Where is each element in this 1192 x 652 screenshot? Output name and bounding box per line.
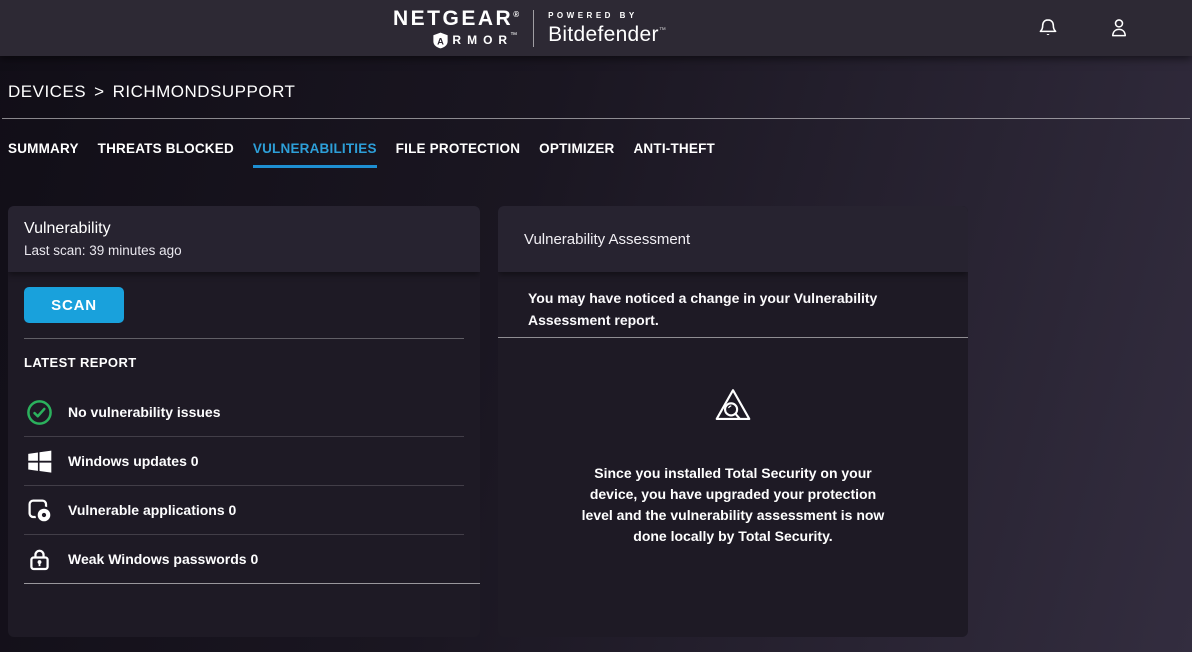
content-area: Vulnerability Last scan: 39 minutes ago … [8,206,1184,637]
netgear-wordmark: NETGEAR® [393,8,519,29]
armor-shield-icon: A [433,32,448,49]
card-title: Vulnerability Assessment [524,231,942,248]
armor-wordmark: A RMOR ™ [433,32,517,49]
powered-by-label: POWERED BY [548,12,666,20]
list-item-windows-updates: Windows updates 0 [24,437,464,486]
tab-vulnerabilities[interactable]: VULNERABILITIES [253,141,377,168]
netgear-armor-bitdefender-logo: NETGEAR® A RMOR ™ POWERED BY Bitdefender… [393,0,666,56]
topbar-actions [1037,0,1130,56]
breadcrumb-devices-link[interactable]: DEVICES [8,82,86,102]
armor-letters: RMOR [452,34,513,46]
notifications-bell-icon[interactable] [1037,17,1059,39]
bitdefender-logo: POWERED BY Bitdefender™ [548,12,666,45]
vulnerability-scan-triangle-icon [498,383,968,429]
netgear-armor-logo: NETGEAR® A RMOR ™ [393,8,519,49]
vulnerability-assessment-card: Vulnerability Assessment You may have no… [498,206,968,637]
user-account-icon[interactable] [1108,17,1130,39]
divider [498,337,968,338]
bitdefender-wordmark: Bitdefender™ [548,24,666,45]
application-icon [26,497,53,524]
list-item-no-vulnerability-issues: No vulnerability issues [24,388,464,437]
assessment-notice-text: You may have noticed a change in your Vu… [498,272,968,337]
tab-file-protection[interactable]: FILE PROTECTION [396,141,521,168]
trademark-mark: ™ [659,27,666,34]
breadcrumb: DEVICES > RICHMONDSUPPORT [8,82,1192,102]
divider [24,338,464,339]
tab-anti-theft[interactable]: ANTI-THEFT [633,141,714,168]
top-bar: NETGEAR® A RMOR ™ POWERED BY Bitdefender… [0,0,1192,56]
last-scan-label: Last scan: 39 minutes ago [24,243,464,258]
lock-icon [26,546,53,573]
windows-icon [26,448,53,475]
card-title: Vulnerability [24,220,464,238]
latest-report-label: LATEST REPORT [24,355,480,370]
registered-mark: ® [513,10,519,19]
tab-optimizer[interactable]: OPTIMIZER [539,141,614,168]
tab-summary[interactable]: SUMMARY [8,141,79,168]
vulnerability-card-header: Vulnerability Last scan: 39 minutes ago [8,206,480,272]
tab-threats-blocked[interactable]: THREATS BLOCKED [98,141,234,168]
breadcrumb-current-device: RICHMONDSUPPORT [113,82,296,102]
check-circle-icon [26,399,53,426]
scan-button[interactable]: SCAN [24,287,124,323]
latest-report-list: No vulnerability issues Windows updates … [8,388,480,584]
list-item-weak-windows-passwords: Weak Windows passwords 0 [24,535,480,584]
vulnerability-card: Vulnerability Last scan: 39 minutes ago … [8,206,480,637]
logo-divider [533,10,534,47]
assessment-card-header: Vulnerability Assessment [498,206,968,272]
list-item-vulnerable-applications: Vulnerable applications 0 [24,486,464,535]
breadcrumb-separator: > [94,82,104,102]
device-tabs: SUMMARY THREATS BLOCKED VULNERABILITIES … [8,141,1192,168]
svg-text:A: A [438,36,445,46]
breadcrumb-divider [2,118,1190,119]
assessment-message-text: Since you installed Total Security on yo… [578,463,888,547]
trademark-mark: ™ [510,32,517,39]
